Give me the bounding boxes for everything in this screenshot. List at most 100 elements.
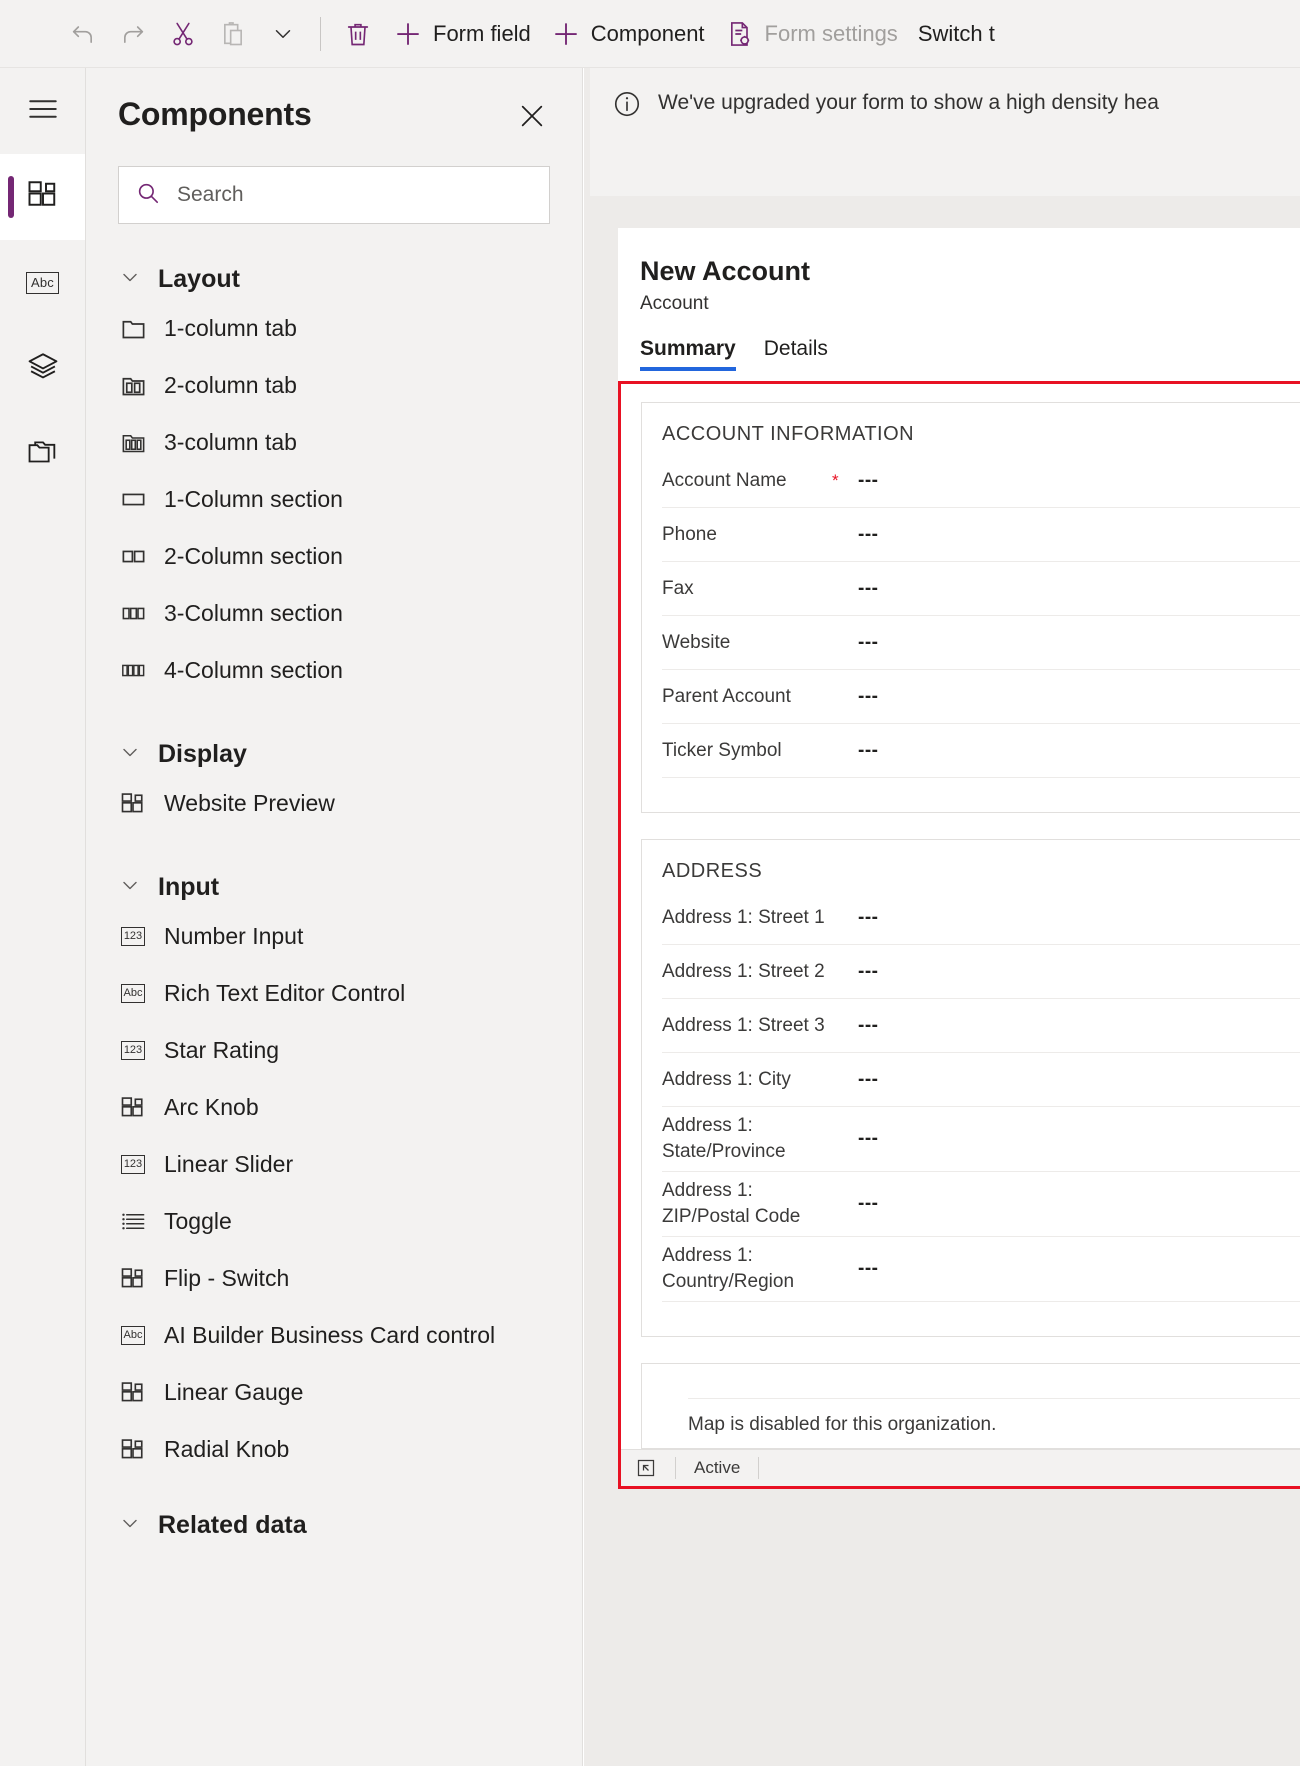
field-value: ---	[858, 1014, 879, 1036]
form-preview-card: New Account Account Summary Details ACCO…	[618, 228, 1300, 1489]
cut-button[interactable]	[158, 6, 208, 62]
chevron-down-icon	[118, 1511, 142, 1540]
field-row[interactable]: Address 1: Street 1 ---	[662, 891, 1300, 945]
component-item-3-column-tab[interactable]: 3-column tab	[86, 414, 582, 471]
trash-icon	[343, 19, 373, 49]
field-label: Address 1: State/Province	[662, 1115, 786, 1162]
hamburger-icon	[26, 92, 60, 131]
selected-form-body[interactable]: ACCOUNT INFORMATION Account Name * --- P…	[618, 381, 1300, 1489]
component-item-radial-knob[interactable]: Radial Knob	[86, 1421, 582, 1478]
component-label: 2-Column section	[164, 543, 343, 569]
field-label: Parent Account	[662, 685, 791, 707]
component-item-1-column-tab[interactable]: 1-column tab	[86, 300, 582, 357]
form-canvas-area: We've upgraded your form to show a high …	[584, 68, 1300, 1766]
group-header-related-data[interactable]: Related data	[86, 1504, 582, 1546]
form-settings-button[interactable]: Form settings	[715, 6, 908, 62]
field-row[interactable]: Address 1: State/Province ---	[662, 1107, 1300, 1172]
tab-summary[interactable]: Summary	[640, 337, 736, 371]
component-label: Rich Text Editor Control	[164, 980, 406, 1006]
close-panel-button[interactable]	[514, 100, 550, 136]
component-item-2-column-tab[interactable]: 2-column tab	[86, 357, 582, 414]
component-item-star-rating[interactable]: 123 Star Rating	[86, 1022, 582, 1079]
group-header-display[interactable]: Display	[86, 733, 582, 775]
rail-item-copy[interactable]	[0, 412, 85, 498]
tab-details[interactable]: Details	[764, 337, 828, 371]
hamburger-menu-button[interactable]	[0, 68, 85, 154]
search-box[interactable]	[118, 166, 550, 224]
component-item-4-column-section[interactable]: 4-Column section	[86, 642, 582, 699]
component-label: 3-column tab	[164, 429, 297, 455]
field-row[interactable]: Ticker Symbol ---	[662, 724, 1300, 778]
components-grid-icon	[25, 177, 61, 218]
field-row[interactable]: Address 1: Street 3 ---	[662, 999, 1300, 1053]
section-title: ACCOUNT INFORMATION	[662, 423, 915, 445]
rail-item-table-columns[interactable]: Abc	[0, 240, 85, 326]
component-item-arc-knob[interactable]: Arc Knob	[86, 1079, 582, 1136]
search-icon	[135, 180, 161, 211]
field-row[interactable]: Address 1: ZIP/Postal Code ---	[662, 1172, 1300, 1237]
field-row[interactable]: Website ---	[662, 616, 1300, 670]
undo-button[interactable]	[58, 6, 108, 62]
field-row[interactable]: Fax ---	[662, 562, 1300, 616]
chevron-down-icon	[118, 265, 142, 294]
field-row[interactable]: Parent Account ---	[662, 670, 1300, 724]
section-account-information[interactable]: ACCOUNT INFORMATION Account Name * --- P…	[641, 402, 1300, 813]
switch-button[interactable]: Switch t	[908, 6, 1005, 62]
toolbar-divider	[320, 16, 321, 51]
component-item-2-column-section[interactable]: 2-Column section	[86, 528, 582, 585]
info-icon	[612, 89, 642, 119]
tab-1col-icon	[118, 314, 148, 344]
component-grid-icon	[118, 1093, 148, 1123]
form-tabs: Summary Details	[640, 337, 1300, 371]
component-button[interactable]: Component	[541, 6, 715, 62]
field-row[interactable]: Address 1: Country/Region ---	[662, 1237, 1300, 1302]
section-address[interactable]: ADDRESS Address 1: Street 1 --- Address …	[641, 839, 1300, 1337]
component-item-rich-text-editor-control[interactable]: Abc Rich Text Editor Control	[86, 965, 582, 1022]
field-value: ---	[858, 739, 879, 761]
section-map[interactable]: Map is disabled for this organization.	[641, 1363, 1300, 1449]
rail-item-layers[interactable]	[0, 326, 85, 412]
group-header-layout[interactable]: Layout	[86, 258, 582, 300]
field-value: ---	[858, 960, 879, 982]
component-item-number-input[interactable]: 123 Number Input	[86, 908, 582, 965]
component-item-ai-builder-business-card-control[interactable]: Abc AI Builder Business Card control	[86, 1307, 582, 1364]
field-value: ---	[858, 469, 879, 491]
status-badge: Active	[694, 1458, 741, 1477]
paste-options-button[interactable]	[258, 6, 308, 62]
component-item-flip-switch[interactable]: Flip - Switch	[86, 1250, 582, 1307]
field-value: ---	[858, 1068, 879, 1090]
component-item-1-column-section[interactable]: 1-Column section	[86, 471, 582, 528]
abc-icon: Abc	[25, 272, 59, 294]
paste-button[interactable]	[208, 6, 258, 62]
search-input[interactable]	[175, 166, 533, 224]
field-row[interactable]: Address 1: Street 2 ---	[662, 945, 1300, 999]
field-row[interactable]: Account Name * ---	[662, 454, 1300, 508]
component-label: Number Input	[164, 923, 304, 949]
plus-icon	[393, 19, 423, 49]
field-row[interactable]: Address 1: City ---	[662, 1053, 1300, 1107]
field-value: ---	[858, 523, 879, 545]
field-row[interactable]: Phone ---	[662, 508, 1300, 562]
component-grid-icon	[118, 1435, 148, 1465]
undo-icon	[68, 19, 98, 49]
delete-button[interactable]	[333, 6, 383, 62]
section-drop-zone[interactable]	[642, 778, 1300, 812]
group-header-input[interactable]: Input	[86, 866, 582, 908]
component-item-3-column-section[interactable]: 3-Column section	[86, 585, 582, 642]
component-item-linear-slider[interactable]: 123 Linear Slider	[86, 1136, 582, 1193]
component-item-website-preview[interactable]: Website Preview	[86, 775, 582, 832]
redo-button[interactable]	[108, 6, 158, 62]
component-item-toggle[interactable]: Toggle	[86, 1193, 582, 1250]
component-item-linear-gauge[interactable]: Linear Gauge	[86, 1364, 582, 1421]
paste-icon	[218, 19, 248, 49]
field-label: Phone	[662, 523, 717, 545]
field-label: Address 1: Street 1	[662, 906, 825, 928]
expand-icon[interactable]	[635, 1457, 657, 1479]
form-field-button[interactable]: Form field	[383, 6, 541, 62]
number-123-icon: 123	[118, 922, 148, 952]
rail-item-components[interactable]	[0, 154, 85, 240]
component-label: Toggle	[164, 1208, 232, 1234]
map-disabled-message: Map is disabled for this organization.	[688, 1414, 997, 1435]
field-label: Account Name	[662, 469, 787, 491]
section-drop-zone[interactable]	[642, 1302, 1300, 1336]
